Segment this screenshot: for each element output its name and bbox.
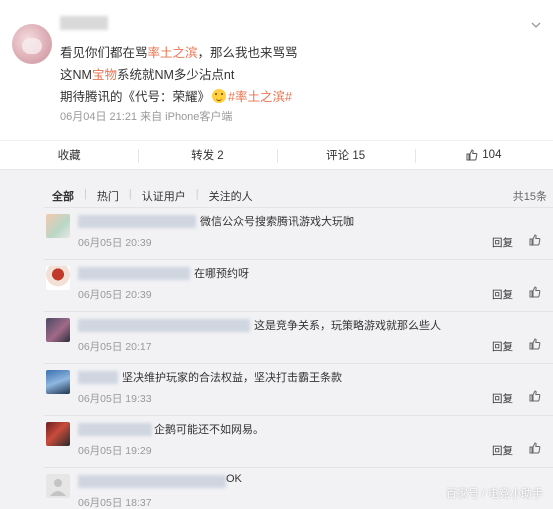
comment-text: OK xyxy=(226,473,242,485)
commenter-name-blurred[interactable] xyxy=(78,215,196,228)
avatar[interactable] xyxy=(46,214,70,238)
weibo-post: 看见你们都在骂率土之滨，那么我也来骂骂 这NM宝物系统就NM多少沾点nt 期待腾… xyxy=(0,0,553,140)
commenter-name-blurred[interactable] xyxy=(78,475,226,488)
comment-time: 06月05日 19:33 xyxy=(78,393,152,405)
reply-button[interactable]: 回复 xyxy=(492,391,513,406)
comment-time: 06月05日 20:39 xyxy=(78,289,152,301)
filter-hot[interactable]: 热门 xyxy=(97,188,119,204)
smile-emoji-icon xyxy=(212,89,227,103)
avatar[interactable] xyxy=(46,266,70,290)
thumbs-up-icon[interactable] xyxy=(529,286,541,298)
comment-row: 微信公众号搜索腾讯游戏大玩咖 06月05日 20:39 回复 xyxy=(44,207,553,259)
chevron-down-icon[interactable] xyxy=(531,20,541,30)
filter-all[interactable]: 全部 xyxy=(52,188,74,204)
comment-text: 企鹅可能还不如网易。 xyxy=(154,424,264,436)
comment-time: 06月05日 20:17 xyxy=(78,341,152,353)
comment-text: 坚决维护玩家的合法权益，坚决打击霸王条款 xyxy=(122,372,342,384)
filter-verified[interactable]: 认证用户 xyxy=(142,188,186,204)
comment-count: 共15条 xyxy=(512,191,547,203)
reply-button[interactable]: 回复 xyxy=(492,287,513,302)
filter-following[interactable]: 关注的人 xyxy=(209,188,253,204)
commenter-name-blurred[interactable] xyxy=(78,423,152,436)
comment-row: 坚决维护玩家的合法权益，坚决打击霸王条款 06月05日 19:33 回复 xyxy=(44,363,553,415)
comment-text: 这是竞争关系，玩策略游戏就那么些人 xyxy=(254,320,441,332)
comment-text: 微信公众号搜索腾讯游戏大玩咖 xyxy=(200,216,354,228)
post-content: 看见你们都在骂率土之滨，那么我也来骂骂 这NM宝物系统就NM多少沾点nt 期待腾… xyxy=(60,42,298,108)
thumbs-up-icon[interactable] xyxy=(529,234,541,246)
thumbs-up-icon[interactable] xyxy=(529,390,541,402)
like-button[interactable]: 104 xyxy=(414,141,553,169)
keyword-link[interactable]: 宝物 xyxy=(92,68,117,82)
post-line-2: 这NM宝物系统就NM多少沾点nt xyxy=(60,68,235,82)
default-avatar-icon xyxy=(50,479,66,496)
watermark: 百家号 / 电竞小助手 xyxy=(445,488,543,500)
post-line-1: 看见你们都在骂率土之滨，那么我也来骂骂 xyxy=(60,46,298,60)
topic-link[interactable]: #率土之滨# xyxy=(228,90,292,104)
collect-button[interactable]: 收藏 xyxy=(0,141,138,169)
post-line-3: 期待腾讯的《代号：荣耀》 #率土之滨# xyxy=(60,89,292,104)
comment-row: 企鹅可能还不如网易。 06月05日 19:29 回复 xyxy=(44,415,553,467)
keyword-link[interactable]: 率土之滨 xyxy=(148,46,198,60)
thumbs-up-icon[interactable] xyxy=(529,338,541,350)
thumbs-up-icon xyxy=(466,149,478,161)
comment-row: 在哪预约呀 06月05日 20:39 回复 xyxy=(44,259,553,311)
avatar[interactable] xyxy=(46,474,70,498)
comment-time: 06月05日 20:39 xyxy=(78,237,152,249)
author-avatar[interactable] xyxy=(12,24,52,64)
comment-text: 在哪预约呀 xyxy=(194,268,249,280)
post-meta: 06月04日 21:21 来自 iPhone客户端 xyxy=(60,111,233,123)
avatar[interactable] xyxy=(46,318,70,342)
avatar[interactable] xyxy=(46,370,70,394)
reply-button[interactable]: 回复 xyxy=(492,339,513,354)
reply-button[interactable]: 回复 xyxy=(492,235,513,250)
comment-button[interactable]: 评论 15 xyxy=(276,141,415,169)
commenter-name-blurred[interactable] xyxy=(78,371,118,384)
comment-time: 06月05日 18:37 xyxy=(78,497,152,509)
repost-button[interactable]: 转发 2 xyxy=(138,141,276,169)
action-bar: 收藏 转发 2 评论 15 104 xyxy=(0,140,553,170)
reply-button[interactable]: 回复 xyxy=(492,443,513,458)
avatar[interactable] xyxy=(46,422,70,446)
comment-filters: 全部 | 热门 | 认证用户 | 关注的人 xyxy=(52,188,253,204)
commenter-name-blurred[interactable] xyxy=(78,319,250,332)
commenter-name-blurred[interactable] xyxy=(78,267,190,280)
comment-row: 这是竞争关系，玩策略游戏就那么些人 06月05日 20:17 回复 xyxy=(44,311,553,363)
comment-time: 06月05日 19:29 xyxy=(78,445,152,457)
thumbs-up-icon[interactable] xyxy=(529,442,541,454)
author-name-blurred[interactable] xyxy=(60,16,108,30)
